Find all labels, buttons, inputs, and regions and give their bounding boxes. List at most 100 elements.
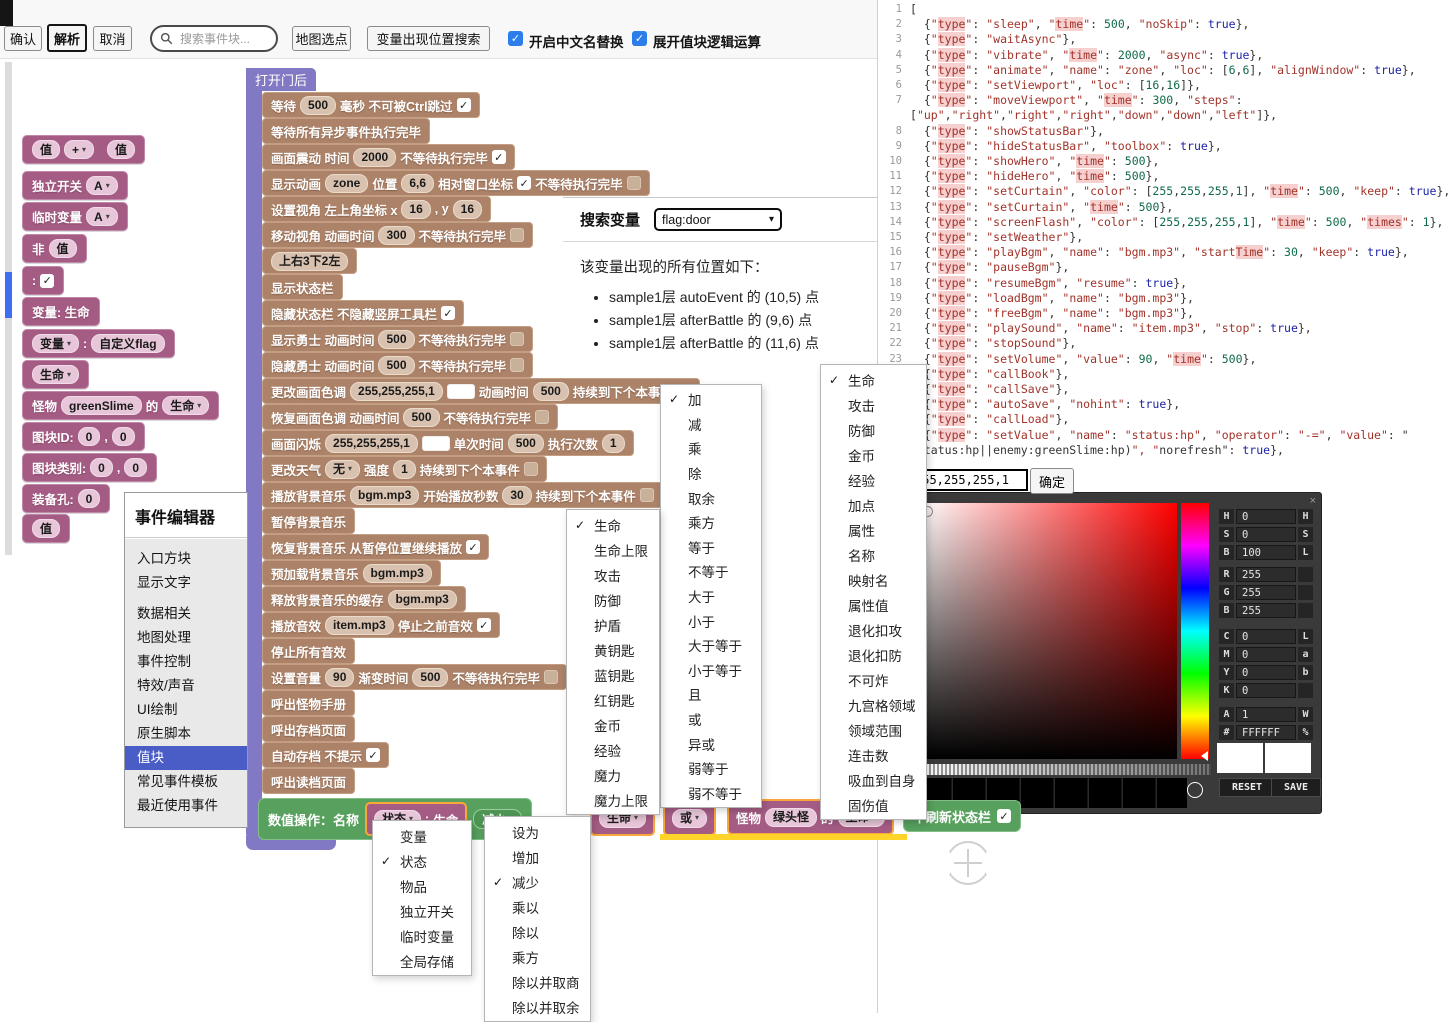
event-wrapper-header[interactable]: 打开门后	[246, 68, 316, 91]
block-field[interactable]: 1	[602, 434, 625, 453]
menu-item[interactable]: 不等于	[661, 559, 761, 584]
field-mode-label[interactable]: L	[1298, 629, 1313, 644]
event-block[interactable]: 设置视角 左上角坐标 x16, y16	[262, 196, 491, 222]
block-field[interactable]: bgm.mp3	[363, 564, 432, 583]
block-field[interactable]: 500	[300, 96, 336, 115]
block-field[interactable]: 500	[533, 382, 569, 401]
menu-item[interactable]: 独立开关	[373, 898, 471, 923]
block-checkbox[interactable]	[544, 670, 558, 684]
value-block[interactable]: 怪物greenSlime的生命▾	[22, 391, 219, 420]
block-field[interactable]: 30	[502, 486, 531, 505]
event-block[interactable]: 暂停背景音乐	[262, 508, 355, 534]
menu-item[interactable]: ✓生命	[821, 367, 926, 392]
block-field[interactable]: item.mp3	[325, 616, 394, 635]
menu-item[interactable]: 映射名	[821, 567, 926, 592]
event-block[interactable]: 更改天气无▾强度1持续到下个本事件	[262, 456, 547, 482]
event-block[interactable]: 播放音效item.mp3停止之前音效✓	[262, 612, 500, 638]
menu-item[interactable]: 金币	[821, 442, 926, 467]
block-field[interactable]: 2000	[353, 148, 396, 167]
menu-item[interactable]: 变量	[373, 823, 471, 848]
block-dropdown[interactable]: 生命▾	[32, 365, 79, 384]
field-mode-label[interactable]: W	[1298, 707, 1313, 722]
color-value-input[interactable]	[910, 469, 1028, 491]
menu-item[interactable]: 加点	[821, 492, 926, 517]
sidebar-item-0[interactable]: 入口方块	[125, 547, 247, 571]
close-icon[interactable]: ×	[1310, 495, 1316, 507]
variable-select[interactable]: flag:door ▾	[654, 208, 782, 231]
block-checkbox[interactable]: ✓	[441, 306, 455, 320]
menu-item[interactable]: 退化扣防	[821, 642, 926, 667]
event-block[interactable]: 画面闪烁255,255,255,1单次时间500执行次数1	[262, 430, 634, 456]
block-dropdown[interactable]: +▾	[64, 140, 94, 159]
block-field[interactable]: 0	[78, 427, 101, 446]
block-checkbox[interactable]: ✓	[366, 748, 380, 762]
block-checkbox[interactable]: ✓	[457, 98, 471, 112]
menu-item[interactable]: 黄钥匙	[567, 637, 659, 662]
block-field[interactable]: 255,255,255,1	[350, 382, 443, 401]
field-input[interactable]: 0	[1236, 509, 1296, 524]
block-checkbox[interactable]: ✓	[466, 540, 480, 554]
enemy-field[interactable]: 绿头怪	[765, 808, 817, 827]
color-swatch[interactable]	[447, 384, 475, 399]
saturation-value-field[interactable]	[919, 503, 1177, 759]
menu-item[interactable]: 减	[661, 412, 761, 437]
block-dropdown[interactable]: A▾	[86, 176, 118, 195]
operator-dropdown[interactable]: 或▾	[672, 809, 707, 828]
block-checkbox[interactable]	[524, 462, 538, 476]
sidebar-item-10[interactable]: 最近使用事件	[125, 794, 247, 818]
alpha-slider[interactable]	[919, 764, 1211, 775]
event-block[interactable]: 画面震动 时间2000不等待执行完毕✓	[262, 144, 515, 170]
menu-item[interactable]: 弱不等于	[661, 781, 761, 806]
event-block[interactable]: 自动存档 不提示✓	[262, 742, 389, 768]
sidebar-item-2[interactable]: 数据相关	[125, 602, 247, 626]
color-swatch[interactable]	[422, 436, 450, 451]
field-mode-label[interactable]: S	[1298, 527, 1313, 542]
cancel-button[interactable]: 取消	[93, 26, 132, 51]
block-field[interactable]: 6,6	[401, 174, 434, 193]
menu-item[interactable]: 小于等于	[661, 658, 761, 683]
block-field[interactable]: 90	[325, 668, 354, 687]
block-field[interactable]: 值	[49, 239, 77, 258]
event-block[interactable]: 隐藏状态栏 不隐藏竖屏工具栏✓	[262, 300, 464, 326]
event-block[interactable]: 呼出怪物手册	[262, 690, 355, 716]
block-field[interactable]: zone	[325, 174, 368, 193]
menu-item[interactable]: 且	[661, 682, 761, 707]
menu-item[interactable]: 大于	[661, 584, 761, 609]
block-checkbox[interactable]	[535, 410, 549, 424]
menu-item[interactable]: 经验	[821, 467, 926, 492]
event-block[interactable]: 显示状态栏	[262, 274, 343, 300]
menu-item[interactable]: 大于等于	[661, 633, 761, 658]
block-field[interactable]: 500	[508, 434, 544, 453]
block-field[interactable]: 0	[124, 458, 147, 477]
menu-item[interactable]: ✓生命	[567, 512, 659, 537]
field-mode-label[interactable]: L	[1298, 545, 1313, 560]
workspace-zoom-control[interactable]	[946, 841, 990, 885]
menu-item[interactable]: ✓减少	[485, 869, 590, 894]
field-input[interactable]: 1	[1236, 707, 1296, 722]
menu-item[interactable]: 乘	[661, 436, 761, 461]
block-field[interactable]: 300	[378, 226, 414, 245]
block-field[interactable]: 0	[90, 458, 113, 477]
field-input[interactable]: 0	[1236, 683, 1296, 698]
block-field[interactable]: 500	[412, 668, 448, 687]
menu-item[interactable]: ✓加	[661, 387, 761, 412]
menu-item[interactable]: 异或	[661, 731, 761, 756]
search-input[interactable]	[178, 31, 272, 47]
block-checkbox[interactable]	[510, 358, 524, 372]
menu-item[interactable]: 取余	[661, 485, 761, 510]
block-field[interactable]: 1	[393, 460, 416, 479]
event-wrapper-column[interactable]	[246, 68, 262, 838]
menu-item[interactable]: 经验	[567, 737, 659, 762]
event-block[interactable]: 等待500毫秒 不可被Ctrl跳过✓	[262, 92, 480, 118]
menu-item[interactable]: 领域范围	[821, 717, 926, 742]
chinese-replace-checkbox[interactable]: ✓	[508, 31, 523, 46]
value-block[interactable]: 生命▾	[22, 360, 89, 389]
sidebar-item-1[interactable]: 显示文字	[125, 571, 247, 595]
block-field[interactable]: 500	[403, 408, 439, 427]
value-block[interactable]: 图块ID:0,0	[22, 422, 145, 451]
sidebar-item-9[interactable]: 常见事件模板	[125, 770, 247, 794]
block-field[interactable]: bgm.mp3	[350, 486, 419, 505]
menu-item[interactable]: 护盾	[567, 612, 659, 637]
block-field[interactable]: 500	[378, 356, 414, 375]
menu-item[interactable]: 设为	[485, 819, 590, 844]
